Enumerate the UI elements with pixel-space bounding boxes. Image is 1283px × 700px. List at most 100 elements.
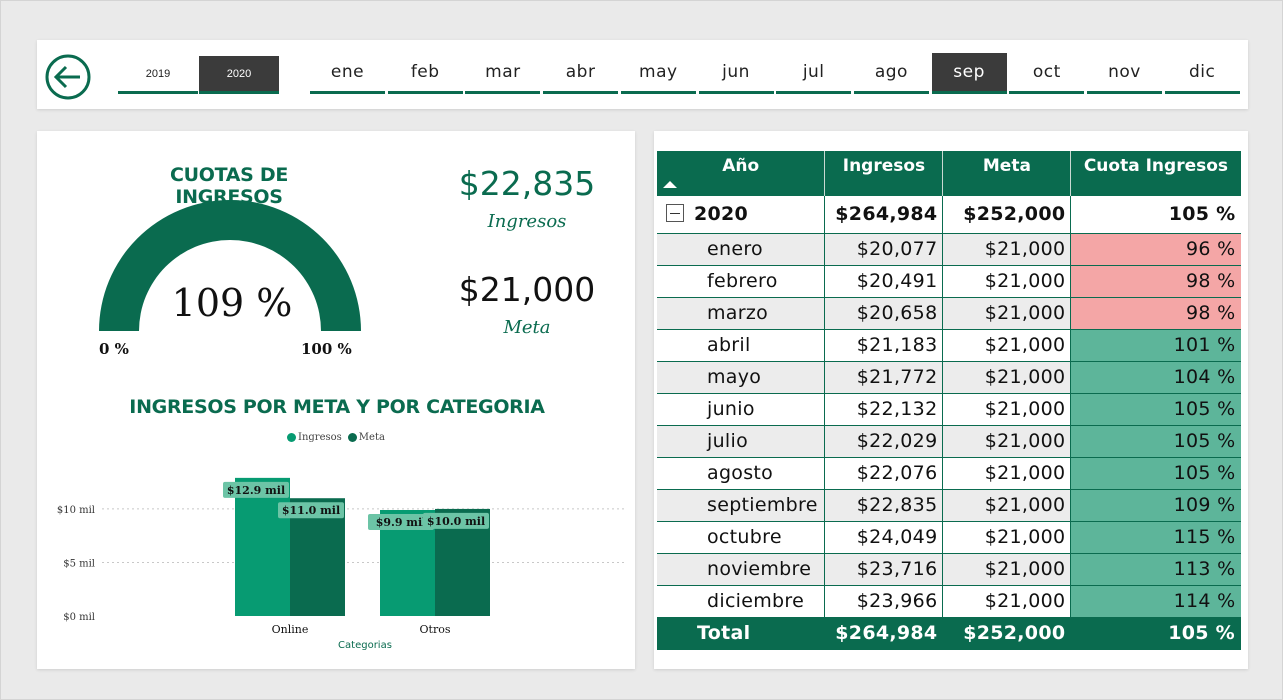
row-cuota: 105 %	[1070, 393, 1241, 426]
row-ingresos: $20,658	[824, 297, 944, 330]
row-meta: $21,000	[942, 489, 1072, 522]
row-ingresos: $22,132	[824, 393, 944, 426]
total-label: Total	[657, 617, 826, 650]
chart-title: INGRESOS POR META Y POR CATEGORIA	[129, 396, 545, 418]
legend-label-ingresos: Ingresos	[298, 432, 342, 443]
row-meta: $21,000	[942, 361, 1072, 394]
year-cell: 2020	[657, 196, 826, 234]
header-meta[interactable]: Meta	[942, 151, 1072, 196]
month-tab-dic[interactable]: dic	[1164, 53, 1240, 94]
row-month: julio	[657, 425, 826, 458]
table-row: julio $22,029 $21,000 105 %	[657, 425, 1241, 458]
x-axis-title: Categorias	[338, 640, 392, 651]
month-tab-jun[interactable]: jun	[698, 53, 774, 94]
row-cuota: 115 %	[1070, 521, 1241, 554]
data-label: $11.0 mil	[282, 504, 340, 517]
legend-label-meta: Meta	[358, 432, 385, 443]
collapse-minus-icon[interactable]	[666, 203, 684, 222]
month-tab-nov[interactable]: nov	[1087, 53, 1162, 94]
row-cuota: 109 %	[1070, 489, 1241, 522]
header-ano[interactable]: Año	[657, 151, 826, 196]
gauge-value: 109 %	[171, 281, 293, 325]
month-tab-oct[interactable]: oct	[1009, 53, 1085, 94]
row-month: marzo	[657, 297, 826, 330]
data-label: $10.0 mil	[427, 515, 485, 528]
total-cuota: 105 %	[1070, 617, 1241, 650]
legend-item-meta[interactable]: Meta	[347, 432, 385, 443]
year-tab-2019[interactable]: 2019	[118, 56, 198, 94]
row-cuota: 98 %	[1070, 265, 1241, 298]
table-row: mayo $21,772 $21,000 104 %	[657, 361, 1241, 394]
month-tab-ene[interactable]: ene	[310, 53, 385, 94]
row-month: abril	[657, 329, 826, 362]
y-tick-label: $10 mil	[57, 505, 95, 516]
matrix-header-row: Año Ingresos Meta Cuota Ingresos	[657, 151, 1241, 196]
row-month: octubre	[657, 521, 826, 554]
row-cuota: 105 %	[1070, 457, 1241, 490]
x-tick-label: Otros	[420, 623, 451, 636]
month-tab-mar[interactable]: mar	[465, 53, 541, 94]
row-ingresos: $20,491	[824, 265, 944, 298]
month-tab-jul[interactable]: jul	[776, 53, 852, 94]
year-label: 2020	[694, 203, 749, 226]
table-panel: Año Ingresos Meta Cuota Ingresos 2020 $2…	[654, 131, 1248, 669]
month-tab-sep[interactable]: sep	[931, 53, 1007, 94]
row-cuota: 113 %	[1070, 553, 1241, 586]
month-tab-abr[interactable]: abr	[543, 53, 619, 94]
table-row: diciembre $23,966 $21,000 114 %	[657, 585, 1241, 618]
filter-bar: 2019 2020 ene feb mar abr may jun jul ago sep oct n…	[37, 40, 1248, 109]
sort-asc-icon[interactable]	[663, 181, 677, 188]
row-ingresos: $24,049	[824, 521, 944, 554]
table-row: marzo $20,658 $21,000 98 %	[657, 297, 1241, 330]
month-tab-feb[interactable]: feb	[387, 53, 463, 94]
header-ingresos[interactable]: Ingresos	[824, 151, 944, 196]
table-row: octubre $24,049 $21,000 115 %	[657, 521, 1241, 554]
row-meta: $21,000	[942, 393, 1072, 426]
kpi-meta-value: $21,000	[458, 270, 596, 309]
row-month: diciembre	[657, 585, 826, 618]
row-cuota: 114 %	[1070, 585, 1241, 618]
y-tick-label: $5 mil	[63, 558, 95, 569]
year-row: 2020 $264,984 $252,000 105 %	[657, 196, 1241, 234]
kpi-ingresos-value: $22,835	[458, 164, 596, 203]
total-row: Total $264,984 $252,000 105 %	[657, 617, 1241, 650]
row-meta: $21,000	[942, 585, 1072, 618]
table-row: febrero $20,491 $21,000 98 %	[657, 265, 1241, 298]
y-tick-label: $0 mil	[63, 612, 95, 623]
row-ingresos: $23,716	[824, 553, 944, 586]
legend-item-ingresos[interactable]: Ingresos	[287, 432, 342, 443]
data-label: $9.9 mil	[376, 516, 427, 529]
header-cuota[interactable]: Cuota Ingresos	[1070, 151, 1241, 196]
row-month: mayo	[657, 361, 826, 394]
row-ingresos: $21,183	[824, 329, 944, 362]
year-cuota: 105 %	[1070, 196, 1241, 234]
row-meta: $21,000	[942, 329, 1072, 362]
row-month: septiembre	[657, 489, 826, 522]
row-month: noviembre	[657, 553, 826, 586]
row-meta: $21,000	[942, 265, 1072, 298]
row-cuota: 104 %	[1070, 361, 1241, 394]
kpi-panel: CUOTAS DE INGRESOS 109 % 0 % 100 % $22,8…	[37, 131, 635, 669]
revenue-matrix: Año Ingresos Meta Cuota Ingresos 2020 $2…	[657, 151, 1241, 650]
row-ingresos: $20,077	[824, 233, 944, 266]
year-tab-2020[interactable]: 2020	[199, 56, 279, 94]
month-tab-ago[interactable]: ago	[853, 53, 929, 94]
table-row: abril $21,183 $21,000 101 %	[657, 329, 1241, 362]
row-cuota: 98 %	[1070, 297, 1241, 330]
back-arrow-icon[interactable]	[45, 54, 91, 100]
row-meta: $21,000	[942, 233, 1072, 266]
data-label: $12.9 mil	[227, 484, 285, 497]
month-tab-may[interactable]: may	[620, 53, 696, 94]
row-ingresos: $21,772	[824, 361, 944, 394]
row-meta: $21,000	[942, 521, 1072, 554]
kpi-ingresos-label: Ingresos	[487, 211, 567, 232]
total-ingresos: $264,984	[824, 617, 944, 650]
chart-legend: Ingresos Meta	[287, 432, 385, 443]
row-month: febrero	[657, 265, 826, 298]
row-ingresos: $23,966	[824, 585, 944, 618]
dashboard-frame: 2019 2020 ene feb mar abr may jun jul ago sep oct n…	[0, 0, 1283, 700]
row-meta: $21,000	[942, 457, 1072, 490]
row-month: enero	[657, 233, 826, 266]
legend-dot-ingresos	[287, 433, 296, 442]
table-row: septiembre $22,835 $21,000 109 %	[657, 489, 1241, 522]
